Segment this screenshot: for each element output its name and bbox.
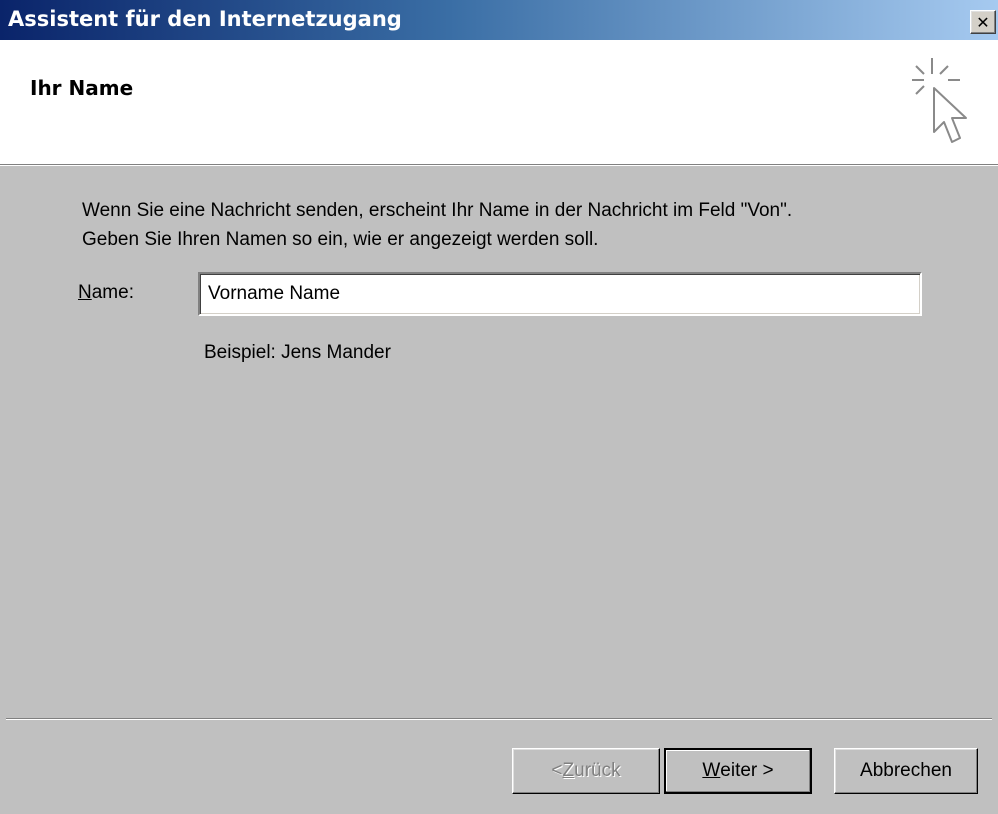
cursor-click-icon <box>912 58 967 143</box>
close-icon: ✕ <box>976 12 990 32</box>
name-label: Name: <box>78 282 134 304</box>
next-button-label: eiter > <box>720 760 774 781</box>
wizard-dialog: Assistent für den Internetzugang ✕ Ihr N… <box>0 0 998 814</box>
name-input[interactable] <box>198 272 922 316</box>
description-text: Wenn Sie eine Nachricht senden, erschein… <box>82 196 962 254</box>
name-label-mnemonic: N <box>78 282 92 303</box>
back-button-mnemonic: Z <box>562 760 575 781</box>
next-button[interactable]: Weiter > <box>664 748 812 794</box>
close-button[interactable]: ✕ <box>970 10 996 34</box>
name-label-text: ame: <box>91 282 134 303</box>
header-divider-highlight <box>0 165 998 166</box>
description-line-1: Wenn Sie eine Nachricht senden, erschein… <box>82 200 793 221</box>
footer-divider-highlight <box>6 719 992 720</box>
window-title: Assistent für den Internetzugang <box>8 7 402 31</box>
page-title: Ihr Name <box>30 76 134 100</box>
description-line-2: Geben Sie Ihren Namen so ein, wie er ang… <box>82 229 599 250</box>
back-button-label: urück <box>574 760 621 781</box>
example-text: Beispiel: Jens Mander <box>204 342 391 363</box>
title-bar[interactable]: Assistent für den Internetzugang ✕ <box>0 0 998 40</box>
cancel-button[interactable]: Abbrechen <box>834 748 978 794</box>
next-button-mnemonic: W <box>702 760 721 781</box>
back-button-prefix: < <box>551 760 563 781</box>
back-button[interactable]: < Zurück <box>512 748 660 794</box>
wizard-header: Ihr Name <box>0 40 998 164</box>
